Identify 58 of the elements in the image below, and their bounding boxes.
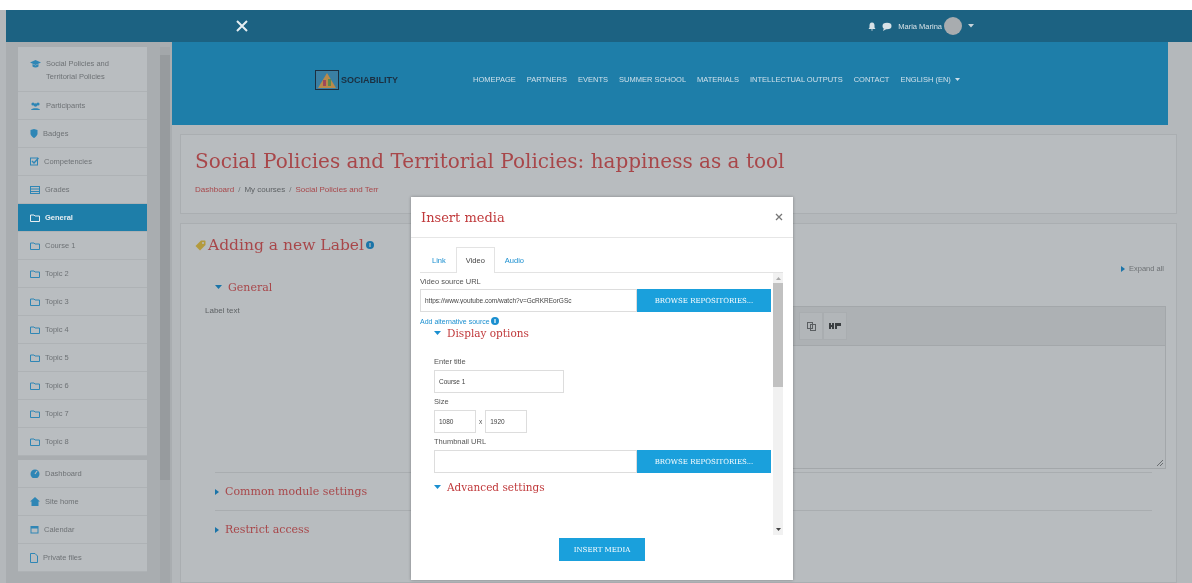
triangle-down-icon [434, 485, 441, 489]
breadcrumb-link[interactable]: Social Policies and Terr [295, 185, 379, 194]
dialog-title: Insert media [421, 209, 505, 225]
tag-icon [195, 239, 206, 251]
help-icon[interactable] [490, 317, 499, 325]
breadcrumb-separator: / [289, 185, 292, 194]
chat-icon[interactable] [882, 21, 893, 31]
file-icon [30, 552, 38, 563]
triangle-down-icon [434, 331, 441, 335]
help-icon[interactable] [365, 241, 374, 249]
course-title: Social Policies and Territorial Policies: happiness as a tool [195, 149, 786, 173]
folder-icon [30, 213, 40, 222]
table-icon [30, 185, 40, 194]
copy-icon [806, 321, 816, 331]
toolbar-button[interactable] [799, 312, 823, 340]
folder-icon [30, 297, 40, 306]
checkbox-icon [30, 157, 39, 166]
scroll-up-icon[interactable] [775, 277, 781, 280]
section-toggle[interactable]: Common module settings [215, 485, 368, 498]
scrollbar-thumb[interactable] [773, 283, 783, 387]
breadcrumb-separator: / [238, 185, 241, 194]
form-heading: Adding a new Label [208, 236, 364, 254]
section-toggle[interactable]: Restrict access [215, 523, 310, 536]
resize-grip-icon[interactable] [1157, 460, 1163, 466]
toolbar-button[interactable] [823, 312, 847, 340]
folder-icon [30, 269, 40, 278]
folder-icon [30, 381, 40, 390]
caret-icon[interactable] [968, 24, 974, 28]
breadcrumb-link[interactable]: My courses [244, 185, 286, 194]
triangle-right-icon [1120, 265, 1125, 272]
thumbnail-input[interactable] [434, 450, 637, 473]
gauge-icon [30, 469, 40, 478]
section-toggle[interactable]: Advanced settings [434, 481, 773, 493]
caret-icon [954, 78, 960, 81]
avatar-icon[interactable] [944, 17, 962, 35]
folder-icon [30, 409, 40, 418]
folder-icon [30, 241, 40, 250]
triangle-down-icon [215, 285, 222, 289]
h5p-icon [829, 323, 841, 329]
section-toggle[interactable]: General [215, 280, 273, 294]
logo-text: SOCIABILITY [341, 74, 398, 85]
home-icon [30, 497, 40, 506]
calendar-icon [30, 525, 39, 534]
triangle-right-icon [215, 488, 219, 495]
section-toggle[interactable]: Display options [434, 327, 773, 339]
logo-icon [315, 69, 339, 90]
folder-icon [30, 325, 40, 334]
users-icon [30, 101, 41, 110]
folder-icon [30, 353, 40, 362]
triangle-right-icon [215, 526, 219, 533]
bell-icon[interactable] [868, 21, 877, 31]
graduation-cap-icon [30, 60, 41, 68]
folder-icon [30, 437, 40, 446]
shield-icon [30, 129, 38, 138]
close-icon[interactable] [775, 213, 783, 221]
field-label: Label text [205, 306, 240, 317]
scroll-down-icon[interactable] [775, 528, 781, 531]
breadcrumb-link[interactable]: Dashboard [195, 185, 235, 194]
